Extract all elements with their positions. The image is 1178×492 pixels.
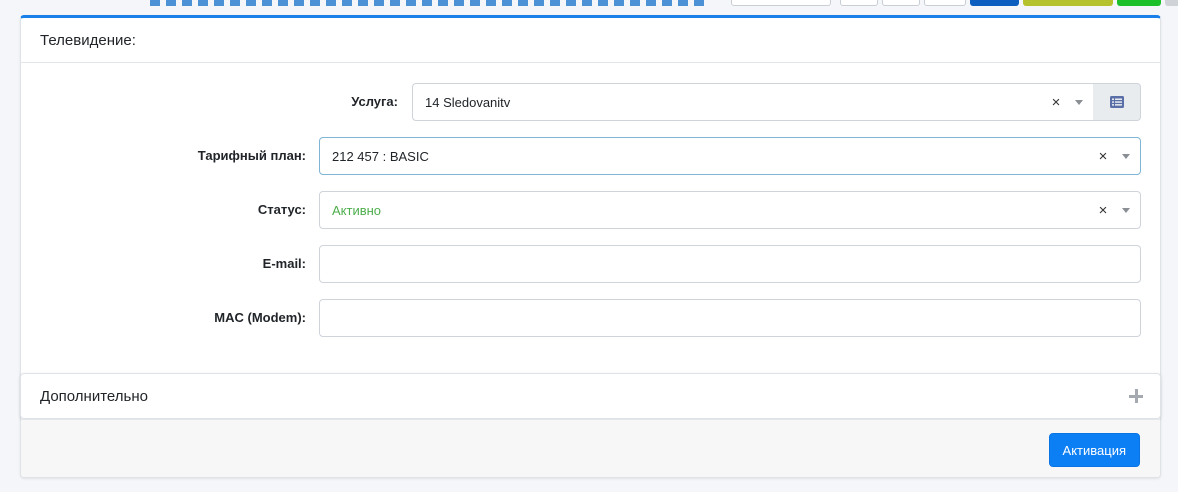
status-select[interactable]: Активно × [319,191,1141,229]
additional-label: Дополнительно [40,387,148,405]
tariff-value: 212 457 : BASIC [332,148,429,164]
service-select[interactable]: 14 Sledovanitv × [412,83,1094,121]
service-label: Услуга: [351,94,398,109]
tariff-clear-icon[interactable]: × [1096,148,1110,165]
status-label: Статус: [257,202,306,217]
form-row-status: Статус: Активно × [21,191,1160,229]
chevron-down-icon[interactable] [1122,207,1130,213]
toolbar-button[interactable] [840,0,878,6]
top-toolbar [0,0,1178,8]
mac-label: MAC (Modem): [214,310,306,325]
card-title: Телевидение: [40,31,136,49]
service-value: 14 Sledovanitv [425,94,511,110]
form-row-tariff: Тарифный план: 212 457 : BASIC × [21,137,1160,175]
toolbar-button-primary[interactable] [970,0,1019,6]
mac-field[interactable] [319,299,1141,337]
toolbar-button-warning[interactable] [1023,0,1113,6]
status-value: Активно [332,202,382,218]
additional-section[interactable]: Дополнительно [20,373,1161,419]
status-clear-icon[interactable]: × [1096,202,1110,219]
chevron-down-icon[interactable] [1075,99,1083,105]
email-field[interactable] [319,245,1141,283]
toolbar-button[interactable] [924,0,966,6]
form-row-service: Услуга: 14 Sledovanitv × [21,83,1160,121]
list-icon [1109,96,1124,108]
email-label: E-mail: [262,256,306,271]
toolbar-button[interactable] [1165,0,1178,6]
service-clear-icon[interactable]: × [1049,94,1063,111]
toolbar-button[interactable] [882,0,920,6]
toolbar-button-success[interactable] [1117,0,1161,6]
service-list-button[interactable] [1093,83,1141,121]
page-heading-fragment [150,0,710,6]
plus-icon[interactable] [1129,389,1143,403]
tariff-select[interactable]: 212 457 : BASIC × [319,137,1141,175]
card-header: Телевидение: [21,18,1160,63]
chevron-down-icon[interactable] [1122,153,1130,159]
tv-service-card: Телевидение: Услуга: 14 Sledovanitv × Та… [20,15,1161,478]
form-row-email: E-mail: [21,245,1160,283]
toolbar-button[interactable] [731,0,831,6]
card-footer: Активация [21,419,1160,477]
tariff-label: Тарифный план: [197,148,306,163]
form-row-mac: MAC (Modem): [21,299,1160,337]
activate-button[interactable]: Активация [1048,433,1140,467]
